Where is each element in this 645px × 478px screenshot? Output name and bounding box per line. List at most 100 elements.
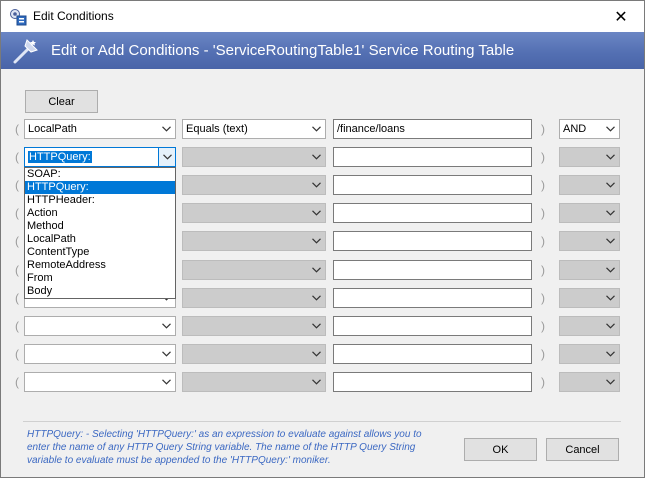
- value-input[interactable]: [333, 316, 532, 336]
- clear-button[interactable]: Clear: [25, 90, 98, 113]
- open-paren: (: [15, 122, 19, 136]
- logic-combo[interactable]: [559, 203, 620, 223]
- operator-combo[interactable]: [182, 260, 326, 280]
- close-icon: ✕: [614, 8, 628, 26]
- chevron-down-icon[interactable]: [602, 345, 619, 363]
- chevron-down-icon[interactable]: [308, 289, 325, 307]
- value-input[interactable]: [333, 175, 532, 195]
- operator-combo[interactable]: [182, 231, 326, 251]
- chevron-down-icon[interactable]: [308, 345, 325, 363]
- operator-combo[interactable]: [182, 288, 326, 308]
- field-combo[interactable]: LocalPath: [24, 119, 176, 139]
- chevron-down-icon[interactable]: [308, 317, 325, 335]
- value-input[interactable]: /finance/loans: [333, 119, 532, 139]
- open-paren: (: [15, 347, 19, 361]
- chevron-down-icon[interactable]: [308, 373, 325, 391]
- value-input[interactable]: [333, 288, 532, 308]
- logic-combo[interactable]: [559, 231, 620, 251]
- open-paren: (: [15, 150, 19, 164]
- dropdown-option[interactable]: From: [25, 272, 175, 285]
- chevron-down-icon[interactable]: [602, 176, 619, 194]
- value-input[interactable]: [333, 260, 532, 280]
- chevron-down-icon[interactable]: [602, 289, 619, 307]
- field-combo[interactable]: HTTPQuery:: [24, 147, 176, 167]
- chevron-down-icon[interactable]: [602, 232, 619, 250]
- close-paren: ): [541, 234, 545, 248]
- operator-combo-value: Equals (text): [186, 123, 248, 135]
- value-input[interactable]: [333, 372, 532, 392]
- chevron-down-icon[interactable]: [602, 120, 619, 138]
- cancel-button[interactable]: Cancel: [546, 438, 619, 461]
- app-icon: [10, 9, 27, 26]
- chevron-down-icon[interactable]: [308, 176, 325, 194]
- chevron-down-icon[interactable]: [158, 373, 175, 391]
- chevron-down-icon[interactable]: [602, 261, 619, 279]
- close-paren: ): [541, 206, 545, 220]
- logic-combo[interactable]: [559, 344, 620, 364]
- logic-combo[interactable]: [559, 175, 620, 195]
- ok-button[interactable]: OK: [464, 438, 537, 461]
- operator-combo[interactable]: Equals (text): [182, 119, 326, 139]
- dropdown-option[interactable]: ContentType: [25, 246, 175, 259]
- chevron-down-icon[interactable]: [158, 317, 175, 335]
- chevron-down-icon[interactable]: [158, 345, 175, 363]
- chevron-down-icon[interactable]: [308, 204, 325, 222]
- chevron-down-icon[interactable]: [308, 261, 325, 279]
- chevron-down-icon[interactable]: [602, 317, 619, 335]
- logic-combo[interactable]: [559, 288, 620, 308]
- open-paren: (: [15, 319, 19, 333]
- operator-combo[interactable]: [182, 344, 326, 364]
- close-button[interactable]: ✕: [598, 1, 644, 32]
- close-paren: ): [541, 319, 545, 333]
- field-combo-value: HTTPQuery:: [28, 151, 92, 163]
- operator-combo[interactable]: [182, 147, 326, 167]
- chevron-down-icon[interactable]: [602, 148, 619, 166]
- open-paren: (: [15, 263, 19, 277]
- dropdown-option[interactable]: LocalPath: [25, 233, 175, 246]
- chevron-down-icon[interactable]: [308, 148, 325, 166]
- close-paren: ): [541, 122, 545, 136]
- dropdown-option[interactable]: Body: [25, 285, 175, 298]
- close-paren: ): [541, 263, 545, 277]
- chevron-down-icon[interactable]: [308, 120, 325, 138]
- value-input[interactable]: [333, 231, 532, 251]
- logic-combo[interactable]: [559, 147, 620, 167]
- chevron-down-icon[interactable]: [308, 232, 325, 250]
- close-paren: ): [541, 178, 545, 192]
- open-paren: (: [15, 291, 19, 305]
- banner-title: Edit or Add Conditions - 'ServiceRouting…: [51, 42, 515, 59]
- field-combo[interactable]: [24, 344, 176, 364]
- dropdown-option[interactable]: SOAP:: [25, 168, 175, 181]
- field-combo[interactable]: [24, 372, 176, 392]
- close-paren: ): [541, 347, 545, 361]
- value-input[interactable]: [333, 344, 532, 364]
- operator-combo[interactable]: [182, 203, 326, 223]
- open-paren: (: [15, 234, 19, 248]
- field-combo[interactable]: [24, 316, 176, 336]
- dropdown-option[interactable]: HTTPQuery:: [25, 181, 175, 194]
- operator-combo[interactable]: [182, 372, 326, 392]
- operator-combo[interactable]: [182, 316, 326, 336]
- operator-combo[interactable]: [182, 175, 326, 195]
- open-paren: (: [15, 178, 19, 192]
- logic-combo[interactable]: [559, 372, 620, 392]
- logic-combo[interactable]: [559, 260, 620, 280]
- close-paren: ): [541, 150, 545, 164]
- wizard-wand-icon: [13, 39, 38, 64]
- chevron-down-icon[interactable]: [158, 120, 175, 138]
- field-dropdown-list[interactable]: SOAP: HTTPQuery: HTTPHeader: Action Method Lo…: [24, 167, 176, 299]
- chevron-down-icon[interactable]: [602, 373, 619, 391]
- window-title: Edit Conditions: [33, 9, 114, 23]
- header-banner: Edit or Add Conditions - 'ServiceRouting…: [1, 32, 644, 69]
- dropdown-option[interactable]: Action: [25, 207, 175, 220]
- dropdown-option[interactable]: RemoteAddress: [25, 259, 175, 272]
- chevron-down-icon[interactable]: [158, 148, 175, 166]
- logic-combo[interactable]: [559, 316, 620, 336]
- dropdown-option[interactable]: HTTPHeader:: [25, 194, 175, 207]
- logic-combo[interactable]: AND: [559, 119, 620, 139]
- help-text: HTTPQuery: - Selecting 'HTTPQuery:' as a…: [27, 429, 422, 466]
- chevron-down-icon[interactable]: [602, 204, 619, 222]
- value-input[interactable]: [333, 203, 532, 223]
- value-input[interactable]: [333, 147, 532, 167]
- dropdown-option[interactable]: Method: [25, 220, 175, 233]
